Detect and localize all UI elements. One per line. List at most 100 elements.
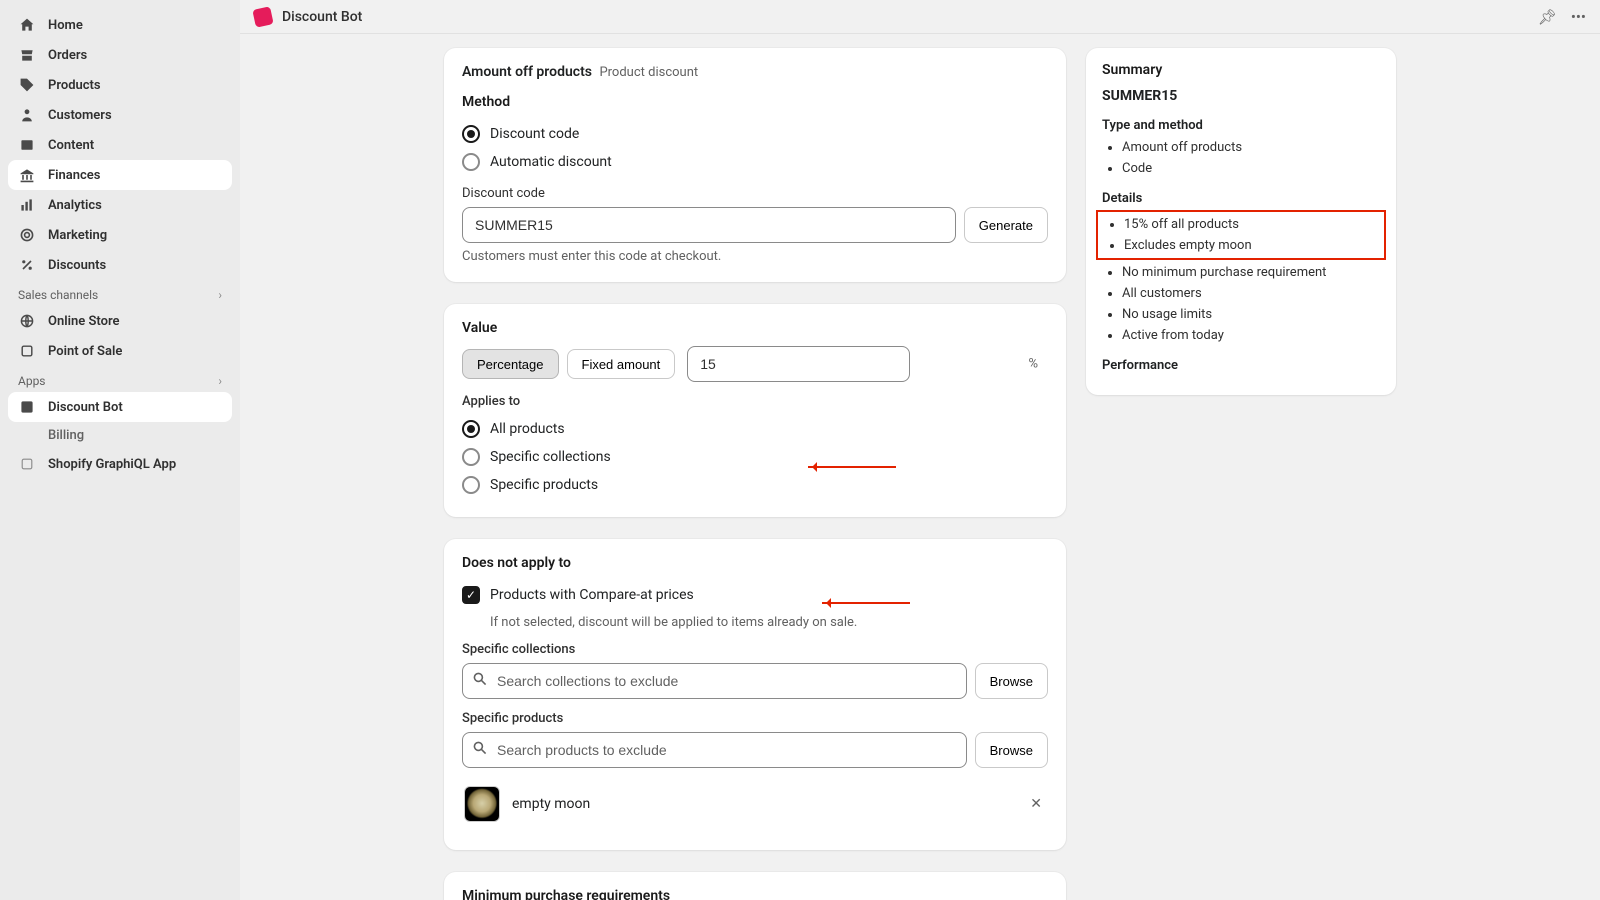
radio-label: All products: [490, 421, 565, 437]
seg-fixed[interactable]: Fixed amount: [567, 349, 676, 379]
nav-label: Products: [48, 78, 101, 93]
method-card: Amount off products Product discount Met…: [444, 48, 1066, 282]
summary-item: Amount off products: [1122, 137, 1380, 158]
code-help: Customers must enter this code at checko…: [462, 249, 1048, 264]
nav-label: Online Store: [48, 314, 120, 329]
more-icon[interactable]: •••: [1571, 8, 1586, 26]
summary-item: Active from today: [1122, 325, 1380, 346]
nav-finances[interactable]: Finances: [8, 160, 232, 190]
radio-label: Automatic discount: [490, 154, 612, 170]
radio-automatic[interactable]: Automatic discount: [462, 148, 1048, 176]
annotation-arrow: [822, 602, 910, 604]
browse-collections-button[interactable]: Browse: [975, 663, 1048, 699]
radio-label: Discount code: [490, 126, 579, 142]
radio-label: Specific products: [490, 477, 598, 493]
min-req-card: Minimum purchase requirements: [444, 872, 1066, 900]
orders-icon: [18, 46, 36, 64]
discount-code-input[interactable]: [462, 207, 956, 243]
checkbox-label: Products with Compare-at prices: [490, 587, 694, 603]
summary-item: Code: [1122, 158, 1380, 179]
nav-label: Billing: [48, 428, 84, 443]
nav-content[interactable]: Content: [8, 130, 232, 160]
tag-icon: [18, 76, 36, 94]
remove-icon[interactable]: ✕: [1026, 792, 1046, 816]
seg-percentage[interactable]: Percentage: [462, 349, 559, 379]
excluded-product-row: empty moon ✕: [462, 776, 1048, 832]
nav-billing[interactable]: Billing: [8, 422, 232, 449]
nav-graphiql[interactable]: Shopify GraphiQL App: [8, 449, 232, 479]
checkbox-icon: ✓: [462, 586, 480, 604]
discount-subtitle: Product discount: [599, 65, 698, 80]
compare-help: If not selected, discount will be applie…: [490, 615, 1048, 630]
nav-products[interactable]: Products: [8, 70, 232, 100]
highlight-annotation: 15% off all products Excludes empty moon: [1096, 210, 1386, 260]
store-icon: [18, 312, 36, 330]
radio-discount-code[interactable]: Discount code: [462, 120, 1048, 148]
excl-coll-search[interactable]: [462, 663, 967, 699]
sales-channels-header[interactable]: Sales channels ›: [8, 280, 232, 306]
minreq-heading: Minimum purchase requirements: [462, 888, 1048, 900]
browse-products-button[interactable]: Browse: [975, 732, 1048, 768]
nav-label: Analytics: [48, 198, 102, 213]
section-label-text: Sales channels: [18, 288, 98, 302]
summary-item: No minimum purchase requirement: [1122, 262, 1380, 283]
radio-specific-products[interactable]: Specific products: [462, 471, 1048, 499]
nav-label: Content: [48, 138, 94, 153]
nav-customers[interactable]: Customers: [8, 100, 232, 130]
method-heading: Method: [462, 94, 1048, 110]
radio-icon: [462, 476, 480, 494]
chevron-right-icon: ›: [218, 288, 222, 302]
summary-item: All customers: [1122, 283, 1380, 304]
target-icon: [18, 226, 36, 244]
nav-home[interactable]: Home: [8, 10, 232, 40]
chart-icon: [18, 196, 36, 214]
app-logo-icon: [252, 6, 273, 27]
value-heading: Value: [462, 320, 1048, 336]
nav-orders[interactable]: Orders: [8, 40, 232, 70]
summary-item: 15% off all products: [1124, 214, 1380, 235]
annotation-arrow: [808, 466, 896, 468]
applies-heading: Applies to: [462, 394, 1048, 409]
value-input[interactable]: [687, 346, 910, 382]
nav-label: Discount Bot: [48, 400, 123, 415]
excl-prod-search[interactable]: [462, 732, 967, 768]
value-card: Value Percentage Fixed amount % Appli: [444, 304, 1066, 517]
bank-icon: [18, 166, 36, 184]
percent-suffix: %: [1028, 357, 1038, 372]
nav-analytics[interactable]: Analytics: [8, 190, 232, 220]
nav-label: Finances: [48, 168, 101, 183]
type-heading: Type and method: [1102, 118, 1380, 133]
nav-discounts[interactable]: Discounts: [8, 250, 232, 280]
radio-icon: [462, 125, 480, 143]
summary-item: Excludes empty moon: [1124, 235, 1380, 256]
content-icon: [18, 136, 36, 154]
radio-specific-collections[interactable]: Specific collections: [462, 443, 1048, 471]
pin-icon[interactable]: 📌︎: [1538, 8, 1557, 26]
nav-label: Customers: [48, 108, 112, 123]
checkbox-compare-at[interactable]: ✓ Products with Compare-at prices: [462, 581, 1048, 609]
nav-discount-bot[interactable]: Discount Bot: [8, 392, 232, 422]
generate-button[interactable]: Generate: [964, 207, 1048, 243]
person-icon: [18, 106, 36, 124]
radio-icon: [462, 448, 480, 466]
percent-icon: [18, 256, 36, 274]
exclude-heading: Does not apply to: [462, 555, 1048, 571]
summary-heading: Summary: [1102, 62, 1380, 78]
chevron-right-icon: ›: [218, 374, 222, 388]
page-title: Discount Bot: [282, 9, 362, 25]
radio-all-products[interactable]: All products: [462, 415, 1048, 443]
apps-header[interactable]: Apps ›: [8, 366, 232, 392]
nav-label: Shopify GraphiQL App: [48, 457, 176, 472]
nav-online-store[interactable]: Online Store: [8, 306, 232, 336]
exclusion-card: Does not apply to ✓ Products with Compar…: [444, 539, 1066, 850]
radio-label: Specific collections: [490, 449, 611, 465]
nav-marketing[interactable]: Marketing: [8, 220, 232, 250]
topbar: Discount Bot 📌︎ •••: [240, 0, 1600, 34]
nav-pos[interactable]: Point of Sale: [8, 336, 232, 366]
nav-label: Discounts: [48, 258, 106, 273]
discount-type-title: Amount off products: [462, 64, 592, 80]
code-label: Discount code: [462, 186, 1048, 201]
summary-code: SUMMER15: [1102, 88, 1380, 104]
nav-label: Marketing: [48, 228, 107, 243]
app-icon: [18, 455, 36, 473]
